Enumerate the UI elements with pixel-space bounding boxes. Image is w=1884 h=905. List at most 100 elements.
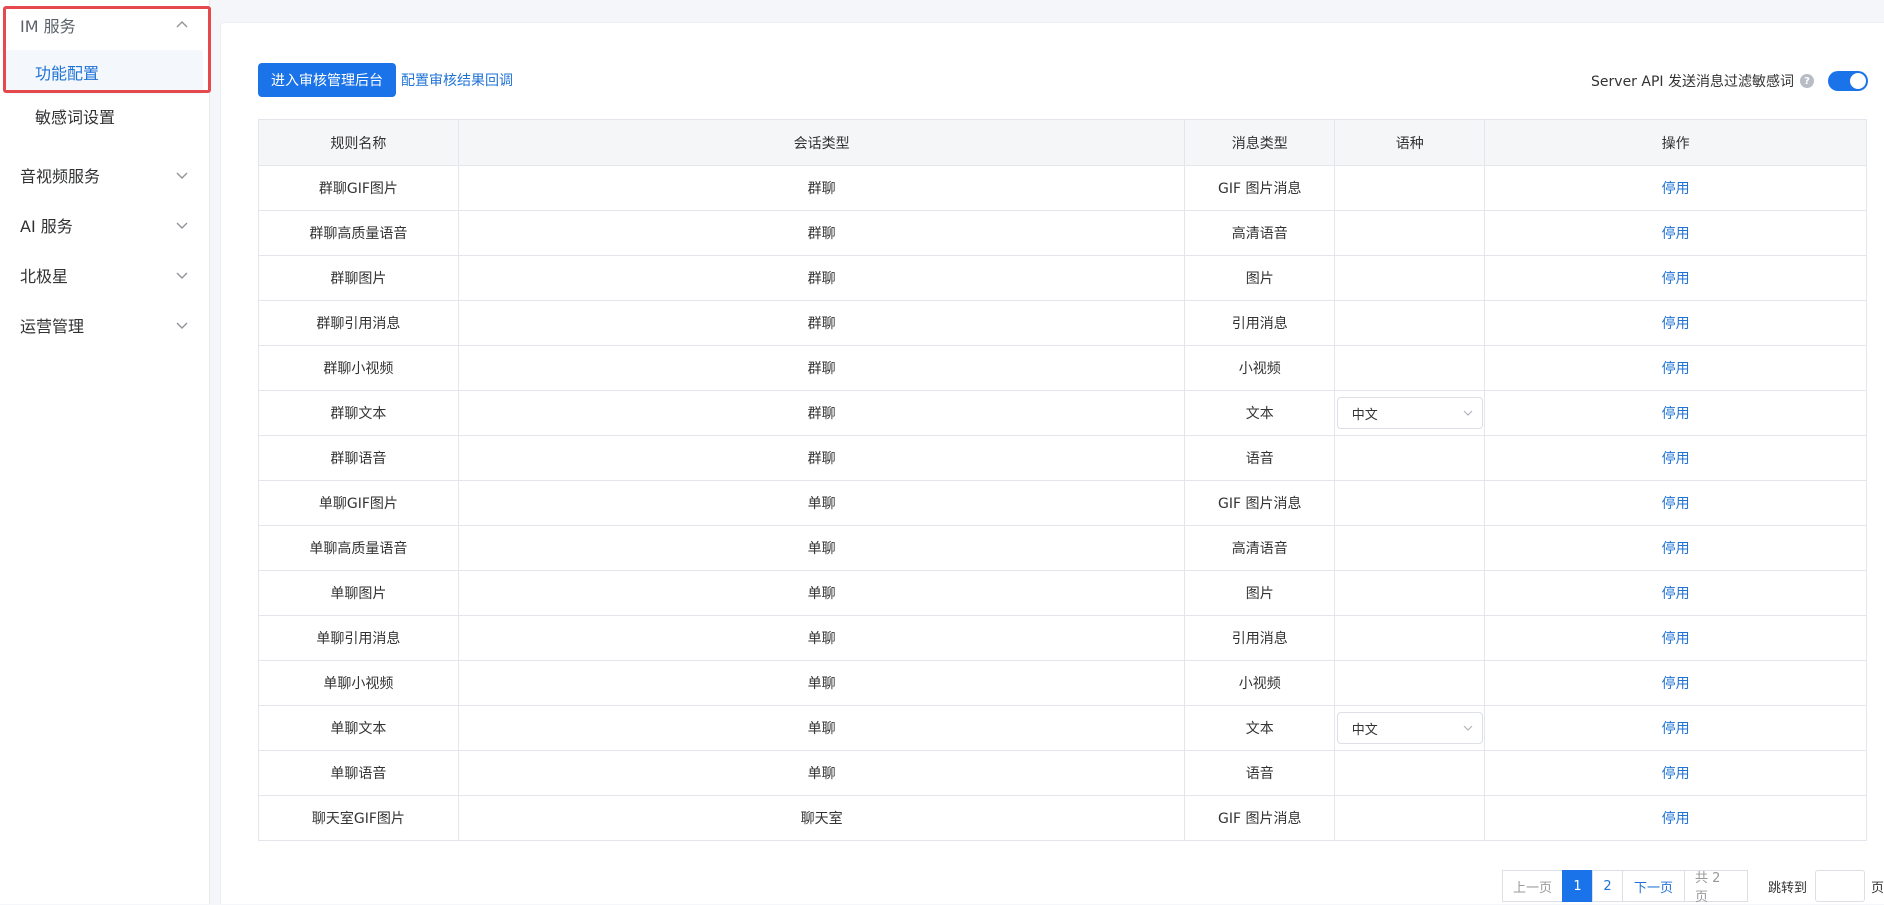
disable-rule-link[interactable]: 停用	[1662, 316, 1690, 332]
cell-language: 中文	[1334, 390, 1486, 436]
cell-language	[1334, 660, 1486, 706]
cell-rule-name: 单聊文本	[258, 705, 459, 751]
cell-action: 停用	[1484, 300, 1867, 346]
table-row: 单聊图片 单聊 图片 停用	[258, 570, 1867, 616]
cell-rule-name: 群聊小视频	[258, 345, 459, 391]
chevron-down-icon	[176, 322, 188, 329]
disable-rule-link[interactable]: 停用	[1662, 676, 1690, 692]
disable-rule-link[interactable]: 停用	[1662, 496, 1690, 512]
jump-label: 跳转到	[1768, 880, 1808, 896]
cell-message-type: 图片	[1184, 570, 1336, 616]
cell-rule-name: 单聊引用消息	[258, 615, 459, 661]
nav-sensitive-words-label: 敏感词设置	[35, 108, 116, 127]
cell-rule-name: 群聊GIF图片	[258, 165, 459, 211]
cell-rule-name: 单聊小视频	[258, 660, 459, 706]
nav-feature-config-label: 功能配置	[35, 64, 100, 83]
cell-message-type: 语音	[1184, 435, 1336, 481]
cell-rule-name: 群聊高质量语音	[258, 210, 459, 256]
cell-language	[1334, 615, 1486, 661]
nav-av-service[interactable]: 音视频服务	[0, 150, 209, 200]
cell-message-type: 高清语音	[1184, 210, 1336, 256]
cell-language	[1334, 165, 1486, 211]
cell-session-type: 单聊	[457, 705, 1186, 751]
cell-message-type: 引用消息	[1184, 300, 1336, 346]
cell-session-type: 群聊	[457, 165, 1186, 211]
header-session-type: 会话类型	[457, 119, 1186, 166]
cell-session-type: 单聊	[457, 750, 1186, 796]
cell-message-type: 引用消息	[1184, 615, 1336, 661]
table-row: 单聊高质量语音 单聊 高清语音 停用	[258, 525, 1867, 571]
cell-rule-name: 单聊GIF图片	[258, 480, 459, 526]
disable-rule-link[interactable]: 停用	[1662, 451, 1690, 467]
table-row: 单聊小视频 单聊 小视频 停用	[258, 660, 1867, 706]
nav-feature-config[interactable]: 功能配置	[6, 50, 203, 94]
nav-polaris-label: 北极星	[20, 267, 69, 286]
disable-rule-link[interactable]: 停用	[1662, 766, 1690, 782]
nav-polaris[interactable]: 北极星	[0, 250, 209, 300]
cell-language: 中文	[1334, 705, 1486, 751]
callback-config-link[interactable]: 配置审核结果回调	[401, 70, 513, 90]
chevron-down-icon	[176, 172, 188, 179]
cell-language	[1334, 300, 1486, 346]
cell-action: 停用	[1484, 750, 1867, 796]
cell-language	[1334, 750, 1486, 796]
nav-ops-management[interactable]: 运营管理	[0, 300, 209, 350]
cell-action: 停用	[1484, 795, 1867, 841]
disable-rule-link[interactable]: 停用	[1662, 811, 1690, 827]
cell-action: 停用	[1484, 525, 1867, 571]
sidebar: IM 服务 功能配置 敏感词设置 音视频服务 AI 服务 北极星 运营管理	[0, 0, 211, 904]
disable-rule-link[interactable]: 停用	[1662, 271, 1690, 287]
jump-page-input[interactable]	[1815, 870, 1866, 902]
page-2-button[interactable]: 2	[1592, 870, 1623, 902]
disable-rule-link[interactable]: 停用	[1662, 541, 1690, 557]
sensitive-filter-label: Server API 发送消息过滤敏感词	[1591, 74, 1794, 90]
nav-im-service[interactable]: IM 服务	[0, 0, 209, 50]
cell-action: 停用	[1484, 615, 1867, 661]
language-select[interactable]: 中文	[1336, 397, 1483, 429]
cell-rule-name: 群聊引用消息	[258, 300, 459, 346]
language-select[interactable]: 中文	[1336, 712, 1483, 744]
cell-action: 停用	[1484, 210, 1867, 256]
cell-session-type: 单聊	[457, 480, 1186, 526]
jump-suffix: 页	[1871, 880, 1884, 896]
cell-session-type: 单聊	[457, 615, 1186, 661]
cell-language	[1334, 255, 1486, 301]
cell-language	[1334, 570, 1486, 616]
header-message-type: 消息类型	[1184, 119, 1336, 166]
table-row: 单聊文本 单聊 文本 中文 停用	[258, 705, 1867, 751]
cell-message-type: GIF 图片消息	[1184, 480, 1336, 526]
disable-rule-link[interactable]: 停用	[1662, 631, 1690, 647]
next-page-button[interactable]: 下一页	[1622, 870, 1685, 902]
nav-group-polaris: 北极星	[0, 250, 209, 300]
table-body: 群聊GIF图片 群聊 GIF 图片消息 停用 群聊高质量语音 群聊 高清语音 停用 群聊图片 群聊…	[258, 165, 1867, 841]
language-select-value: 中文	[1351, 407, 1378, 423]
cell-language	[1334, 480, 1486, 526]
cell-rule-name: 单聊语音	[258, 750, 459, 796]
disable-rule-link[interactable]: 停用	[1662, 361, 1690, 377]
enter-review-button[interactable]: 进入审核管理后台	[258, 63, 396, 97]
cell-session-type: 群聊	[457, 390, 1186, 436]
cell-message-type: 文本	[1184, 390, 1336, 436]
prev-page-button[interactable]: 上一页	[1502, 870, 1563, 902]
help-icon[interactable]: ?	[1800, 74, 1814, 88]
disable-rule-link[interactable]: 停用	[1662, 406, 1690, 422]
page-1-button[interactable]: 1	[1562, 870, 1593, 902]
sensitive-filter-switch[interactable]	[1828, 71, 1868, 91]
disable-rule-link[interactable]: 停用	[1662, 226, 1690, 242]
nav-ai-service[interactable]: AI 服务	[0, 200, 209, 250]
disable-rule-link[interactable]: 停用	[1662, 181, 1690, 197]
cell-session-type: 群聊	[457, 345, 1186, 391]
cell-session-type: 单聊	[457, 660, 1186, 706]
cell-session-type: 群聊	[457, 255, 1186, 301]
table-row: 聊天室GIF图片 聊天室 GIF 图片消息 停用	[258, 795, 1867, 841]
disable-rule-link[interactable]: 停用	[1662, 721, 1690, 737]
cell-action: 停用	[1484, 435, 1867, 481]
nav-ops-management-label: 运营管理	[20, 317, 85, 336]
language-select-value: 中文	[1351, 722, 1378, 738]
nav-sensitive-words[interactable]: 敏感词设置	[0, 94, 209, 138]
table-row: 群聊文本 群聊 文本 中文 停用	[258, 390, 1867, 436]
chevron-down-icon	[1463, 725, 1473, 731]
nav-av-service-label: 音视频服务	[20, 167, 101, 186]
cell-rule-name: 单聊图片	[258, 570, 459, 616]
disable-rule-link[interactable]: 停用	[1662, 586, 1690, 602]
